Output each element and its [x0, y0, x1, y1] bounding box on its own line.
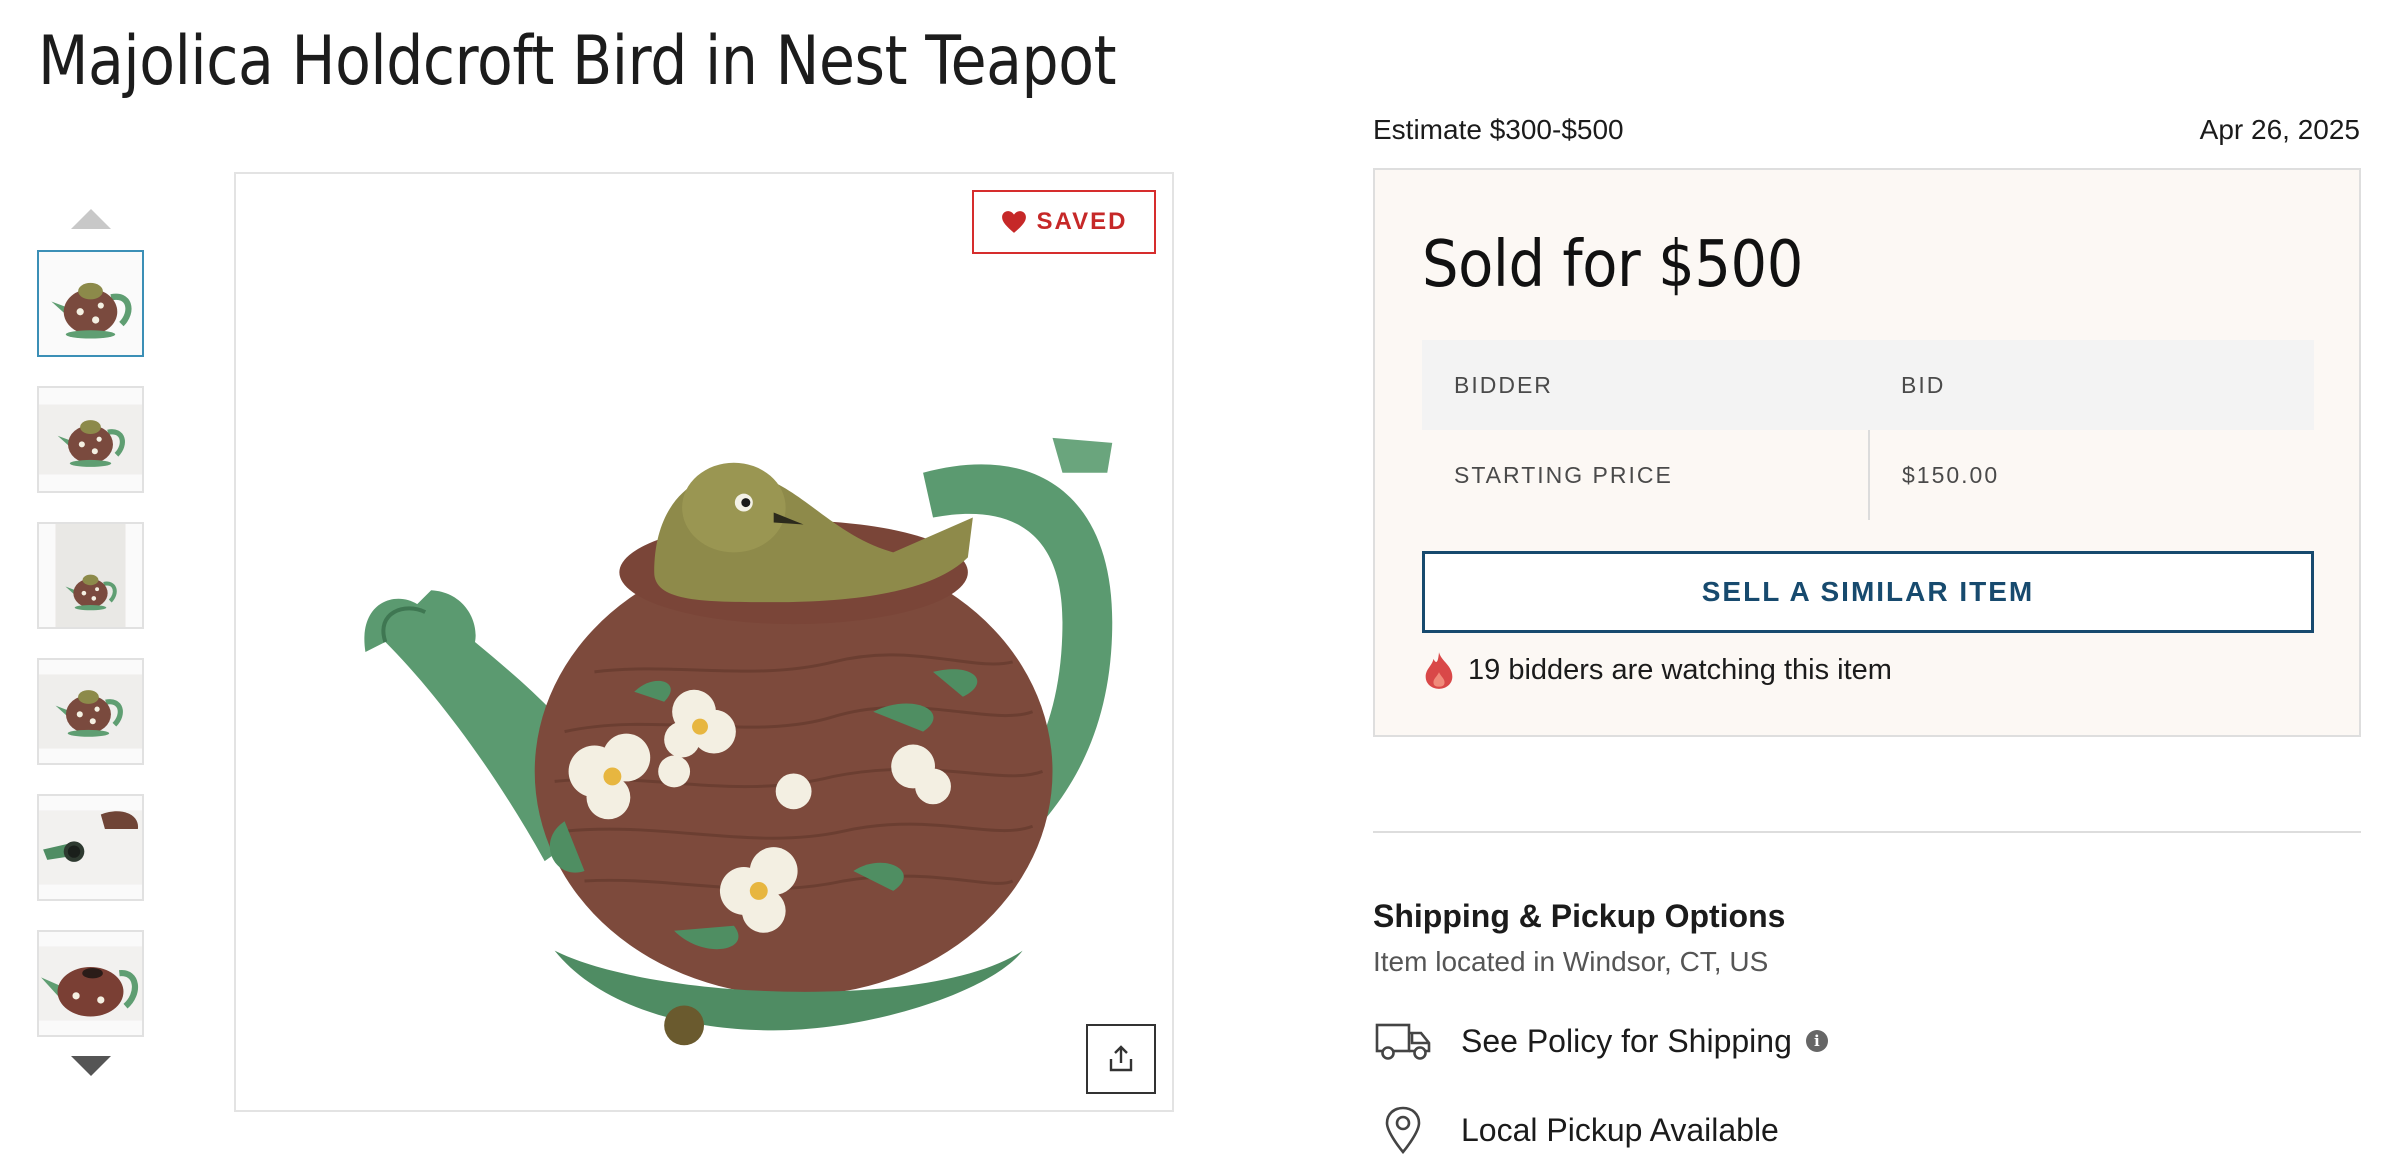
teapot-thumbnail-image	[39, 674, 142, 749]
local-pickup-row: Local Pickup Available	[1373, 1105, 1779, 1155]
column-header-bidder: BIDDER	[1454, 371, 1553, 398]
location-pin-icon	[1373, 1105, 1433, 1155]
watchers-text: 19 bidders are watching this item	[1468, 653, 1892, 686]
estimate-text: Estimate $300-$500	[1373, 114, 1624, 145]
main-product-image[interactable]: SAVED	[234, 172, 1174, 1112]
auction-date: Apr 26, 2025	[2199, 114, 2360, 145]
bid-cell: $150.00	[1902, 461, 2000, 488]
info-icon[interactable]: i	[1805, 1030, 1828, 1052]
thumbnails-down-arrow-icon[interactable]	[71, 1056, 111, 1076]
truck-icon	[1373, 1016, 1433, 1066]
heart-icon	[1001, 211, 1026, 233]
table-row: STARTING PRICE $150.00	[1422, 430, 2314, 520]
table-header-row: BIDDER BID	[1422, 340, 2314, 430]
sold-summary-panel: Sold for $500 BIDDER BID STARTING PRICE …	[1373, 168, 2361, 737]
page-title: Majolica Holdcroft Bird in Nest Teapot	[38, 22, 1117, 101]
shipping-heading: Shipping & Pickup Options	[1373, 898, 1786, 934]
saved-label: SAVED	[1036, 208, 1128, 235]
thumbnail-5[interactable]	[37, 794, 144, 901]
sell-similar-item-button[interactable]: SELL A SIMILAR ITEM	[1422, 551, 2314, 633]
shipping-policy-link[interactable]: See Policy for Shipping	[1461, 1023, 1792, 1060]
column-header-bid: BID	[1901, 371, 1946, 398]
thumbnail-3[interactable]	[37, 522, 144, 629]
sold-price-heading: Sold for $500	[1422, 228, 1803, 302]
fire-icon	[1425, 652, 1453, 689]
bidder-cell: STARTING PRICE	[1422, 430, 1870, 520]
thumbnail-2[interactable]	[37, 386, 144, 493]
teapot-image	[364, 437, 1113, 1046]
watchers-notice: 19 bidders are watching this item	[1422, 650, 1892, 690]
thumbnails-up-arrow-icon[interactable]	[71, 209, 111, 229]
teapot-thumbnail-image	[55, 524, 126, 627]
teapot-thumbnail-image	[39, 404, 142, 475]
thumbnail-1[interactable]	[37, 250, 144, 357]
teapot-thumbnail-image	[39, 946, 142, 1021]
item-location: Item located in Windsor, CT, US	[1373, 946, 1769, 977]
teapot-thumbnail-image	[39, 252, 142, 355]
local-pickup-text: Local Pickup Available	[1461, 1111, 1779, 1148]
thumbnail-6[interactable]	[37, 930, 144, 1037]
thumbnail-4[interactable]	[37, 658, 144, 765]
share-icon	[1109, 1045, 1133, 1072]
teapot-thumbnail-image	[39, 810, 142, 885]
bid-history-table: BIDDER BID STARTING PRICE $150.00	[1422, 340, 2314, 520]
share-button[interactable]	[1086, 1024, 1156, 1094]
shipping-policy-row[interactable]: See Policy for Shipping i	[1373, 1016, 1828, 1066]
saved-button[interactable]: SAVED	[972, 190, 1156, 254]
section-divider	[1373, 831, 2361, 833]
